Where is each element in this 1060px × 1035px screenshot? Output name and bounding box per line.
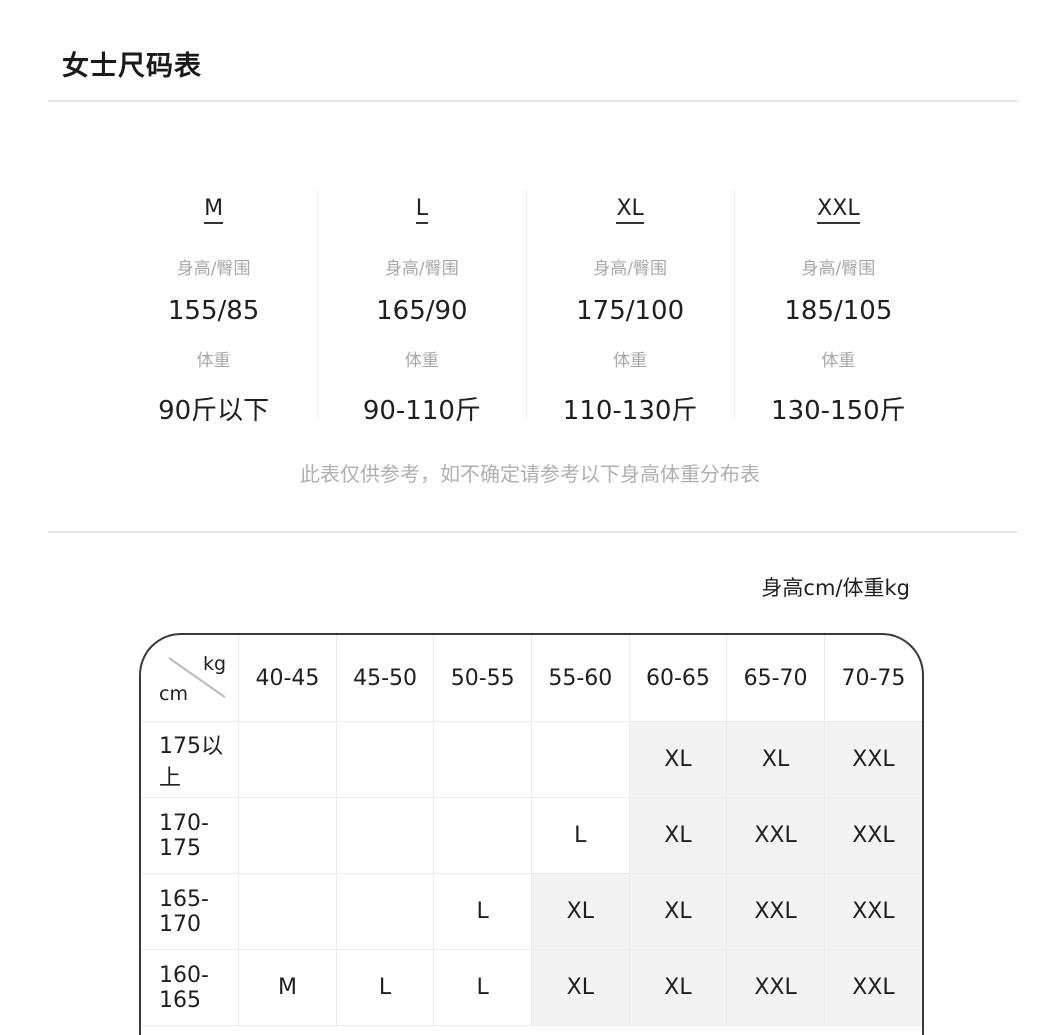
column-header: 50-55 — [433, 635, 532, 722]
table-corner-cell: kg cm — [141, 635, 240, 722]
table-cell — [238, 873, 337, 950]
height-hip-label: 身高/臀围 — [385, 259, 459, 279]
table-cell: XXL — [726, 949, 825, 1026]
table-row: 165-170 L XL XL XXL XXL — [141, 873, 922, 950]
size-name: XXL — [817, 196, 860, 224]
table-cell: XL — [726, 721, 825, 798]
height-hip-value: 155/85 — [167, 296, 260, 326]
height-hip-label: 身高/臀围 — [593, 259, 667, 279]
height-hip-value: 175/100 — [576, 296, 685, 326]
size-column-m: M 身高/臀围 155/85 体重 90斤以下 — [110, 190, 317, 426]
table-cell — [433, 797, 532, 874]
table-cell: L — [433, 949, 532, 1026]
table-cell: XL — [628, 797, 728, 874]
table-cell: L — [433, 873, 532, 950]
table-cell: M — [238, 949, 337, 1026]
table-cell — [531, 721, 630, 798]
row-header: 170-175 — [141, 797, 240, 874]
column-header: 60-65 — [628, 635, 728, 722]
size-name: L — [415, 196, 428, 224]
weight-label: 体重 — [404, 351, 439, 371]
row-header: 165-170 — [141, 873, 240, 950]
size-column-l: L 身高/臀围 165/90 体重 90-110斤 — [317, 190, 525, 426]
table-cell — [238, 797, 337, 874]
weight-axis-label: kg — [203, 653, 227, 675]
height-hip-label: 身高/臀围 — [176, 259, 251, 279]
row-header: 175以上 — [141, 721, 240, 798]
divider — [48, 531, 1018, 533]
size-distribution-table: kg cm 40-45 45-50 50-55 55-60 60-65 65-7… — [139, 633, 924, 1035]
table-cell — [335, 721, 435, 798]
column-header: 70-75 — [823, 635, 922, 722]
weight-label: 体重 — [196, 351, 231, 371]
table-row: 170-175 L XL XXL XXL — [141, 797, 922, 874]
weight-label: 体重 — [821, 351, 856, 371]
column-header: 65-70 — [726, 635, 825, 722]
table-cell: XL — [628, 873, 728, 950]
page-title: 女士尺码表 — [62, 51, 202, 82]
table-cell: L — [335, 949, 435, 1026]
table-header-row: kg cm 40-45 45-50 50-55 55-60 60-65 65-7… — [141, 635, 922, 722]
table-cell: XXL — [823, 721, 922, 798]
table-cell: XL — [531, 873, 630, 950]
column-header: 45-50 — [335, 635, 435, 722]
size-name: XL — [616, 196, 644, 224]
divider — [48, 100, 1018, 102]
weight-value: 90-110斤 — [362, 396, 481, 426]
table-cell: XXL — [726, 797, 825, 874]
height-hip-value: 185/105 — [784, 296, 893, 326]
table-cell: L — [531, 797, 630, 874]
size-column-xl: XL 身高/臀围 175/100 体重 110-130斤 — [525, 190, 734, 426]
table-cell: XXL — [726, 873, 825, 950]
reference-note: 此表仅供参考，如不确定请参考以下身高体重分布表 — [300, 462, 760, 486]
table-cell: XL — [628, 949, 728, 1026]
weight-value: 90斤以下 — [158, 396, 270, 426]
height-hip-label: 身高/臀围 — [801, 259, 876, 279]
column-header: 55-60 — [531, 635, 630, 722]
table-cell: XXL — [823, 873, 922, 950]
weight-value: 130-150斤 — [771, 396, 906, 426]
table-unit-caption: 身高cm/体重kg — [761, 576, 910, 600]
table-cell — [335, 873, 435, 950]
table-cell: XXL — [823, 797, 922, 874]
size-column-xxl: XXL 身高/臀围 185/105 体重 130-150斤 — [733, 190, 942, 426]
table-cell: XXL — [823, 949, 922, 1026]
weight-value: 110-130斤 — [562, 396, 698, 426]
size-name: M — [204, 196, 224, 224]
height-axis-label: cm — [159, 683, 188, 705]
table-cell — [238, 721, 337, 798]
table-cell — [433, 721, 532, 798]
table-cell: XL — [628, 721, 728, 798]
size-summary: M 身高/臀围 155/85 体重 90斤以下 L 身高/臀围 165/90 体… — [110, 190, 942, 426]
weight-label: 体重 — [613, 351, 648, 371]
row-header: 160-165 — [141, 949, 240, 1026]
table-cell: XL — [531, 949, 630, 1026]
table-cell — [335, 797, 435, 874]
height-hip-value: 165/90 — [376, 296, 468, 326]
table-row: 175以上 XL XL XXL — [141, 721, 922, 798]
column-header: 40-45 — [238, 635, 337, 722]
table-row: 160-165 M L L XL XL XXL XXL — [141, 949, 922, 1026]
